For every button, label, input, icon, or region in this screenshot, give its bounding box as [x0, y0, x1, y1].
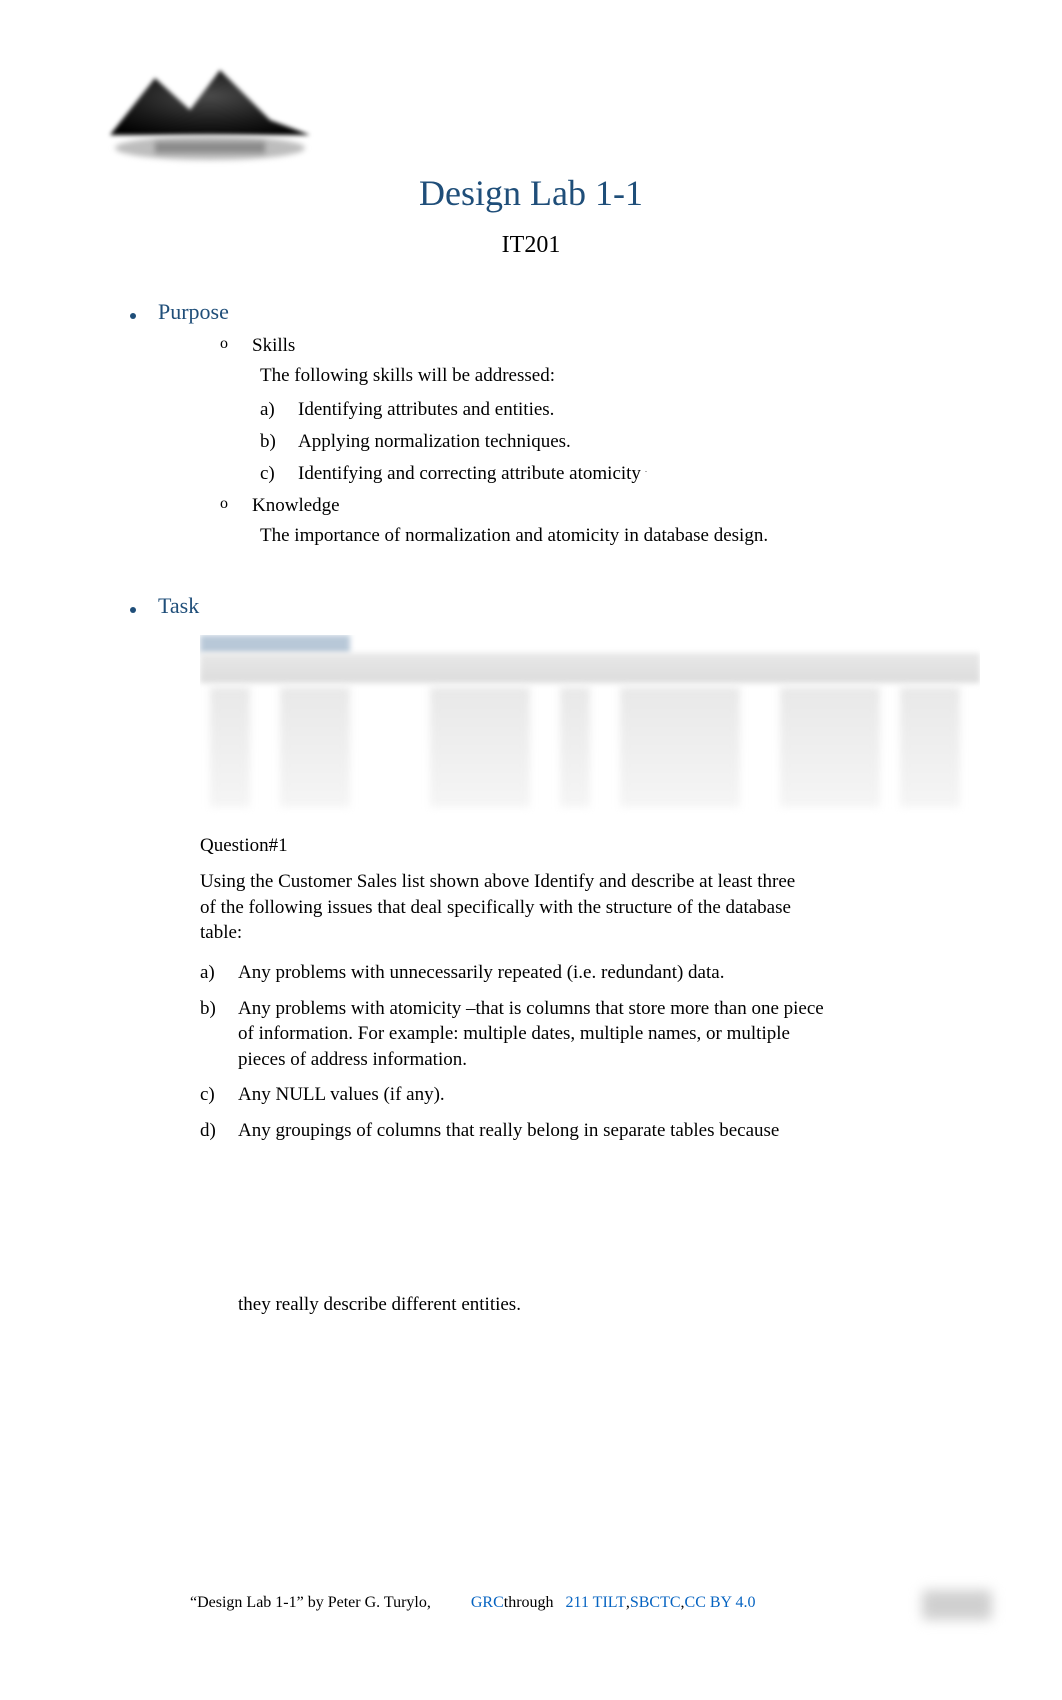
task-item-d: d) Any groupings of columns that really … — [200, 1118, 830, 1144]
task-heading: Task — [158, 593, 199, 619]
question-label: Question#1 — [200, 835, 972, 857]
list-marker: a) — [200, 960, 224, 986]
bullet-icon — [130, 607, 136, 613]
footer-link-tilt[interactable]: 211 TILT — [566, 1594, 626, 1612]
bullet-icon — [130, 313, 136, 319]
list-marker: c) — [200, 1082, 224, 1108]
task-item-text: Any groupings of columns that really bel… — [238, 1118, 779, 1144]
skill-item-a: a) Identifying attributes and entities. — [260, 399, 972, 421]
knowledge-label: Knowledge — [252, 495, 340, 517]
task-item-text: Any problems with unnecessarily repeated… — [238, 960, 724, 986]
list-marker: d) — [200, 1118, 224, 1144]
list-marker: a) — [260, 399, 284, 421]
page-title: Design Lab 1-1 — [90, 172, 972, 214]
task-item-b: b) Any problems with atomicity –that is … — [200, 996, 830, 1073]
task-item-a: a) Any problems with unnecessarily repea… — [200, 960, 830, 986]
skills-label: Skills — [252, 335, 295, 357]
task-item-text: Any NULL values (if any). — [238, 1082, 445, 1108]
footer-link-sbctc[interactable]: SBCTC — [630, 1594, 681, 1612]
customer-sales-table-image — [200, 635, 980, 815]
footer-link-cc[interactable]: CC BY 4.0 — [685, 1594, 756, 1612]
knowledge-text: The importance of normalization and atom… — [260, 525, 972, 547]
footer-prefix: “Design Lab 1-1” by Peter G. Turylo, — [190, 1594, 431, 1612]
task-item-text: Any problems with atomicity –that is col… — [238, 996, 830, 1073]
list-marker: b) — [200, 996, 224, 1073]
sublist-marker: o — [220, 495, 234, 517]
task-item-d-continuation: they really describe different entities. — [238, 1294, 972, 1316]
purpose-heading: Purpose — [158, 299, 229, 325]
skill-item-b: b) Applying normalization techniques. — [260, 431, 972, 453]
task-item-c: c) Any NULL values (if any). — [200, 1082, 830, 1108]
skill-text: Identifying attributes and entities. — [298, 399, 554, 421]
skill-text: Applying normalization techniques. — [298, 431, 571, 453]
skill-item-c: c) Identifying and correcting attribute … — [260, 463, 972, 485]
sublist-marker: o — [220, 335, 234, 357]
skill-text: Identifying and correcting attribute ato… — [298, 463, 647, 485]
footer-blur-badge — [922, 1590, 992, 1620]
skills-intro: The following skills will be addressed: — [260, 365, 972, 387]
list-marker: c) — [260, 463, 284, 485]
course-code: IT201 — [90, 232, 972, 259]
footer-link-grc[interactable]: GRC — [471, 1594, 504, 1612]
attribution-footer: “Design Lab 1-1” by Peter G. Turylo, GRC… — [190, 1594, 972, 1612]
college-logo — [100, 60, 330, 170]
list-marker: b) — [260, 431, 284, 453]
footer-sep: through — [504, 1594, 554, 1612]
footnote-dot-icon: . — [645, 465, 647, 474]
question-paragraph: Using the Customer Sales list shown abov… — [200, 869, 800, 946]
